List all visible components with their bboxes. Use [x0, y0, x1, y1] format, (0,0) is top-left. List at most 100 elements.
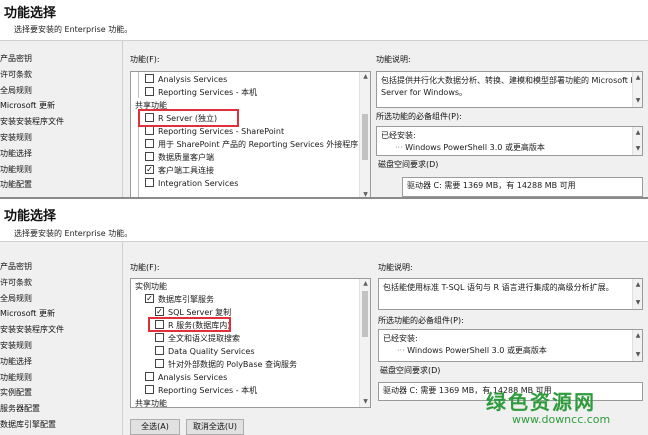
nav-step[interactable]: 全局规则: [0, 83, 120, 99]
deselect-all-button[interactable]: 取消全选(U): [186, 419, 244, 435]
feature-item[interactable]: 用于 SharePoint 产品的 Reporting Services 外接程…: [131, 138, 358, 151]
nav-step[interactable]: 安装规则: [0, 338, 120, 354]
nav-step[interactable]: 功能选择: [0, 146, 120, 162]
nav-step[interactable]: Microsoft 更新: [0, 98, 120, 114]
watermark-url: www.downcc.com: [512, 413, 611, 426]
nav-step[interactable]: 安装安装程序文件: [0, 114, 120, 130]
nav-step[interactable]: 许可条款: [0, 67, 120, 83]
checkbox-checked[interactable]: ✓: [145, 294, 154, 303]
prerequisites-scrollbar[interactable]: ▲ ▼: [632, 330, 642, 361]
checkbox-checked[interactable]: ✓: [145, 165, 154, 174]
disk-space-label: 磁盘空间要求(D): [378, 160, 439, 169]
features-label: 功能(F):: [130, 263, 160, 272]
select-all-button[interactable]: 全选(A): [130, 419, 180, 435]
top-body: 产品密钥 许可条款 全局规则 Microsoft 更新 安装安装程序文件 安装规则 功能选择…: [0, 40, 648, 197]
feature-group: 实例功能: [131, 280, 358, 293]
checkbox-unchecked[interactable]: [145, 178, 154, 187]
feature-item[interactable]: Analysis Services: [131, 73, 358, 86]
description-label: 功能说明:: [378, 263, 413, 272]
top-header: 功能选择 选择要安装的 Enterprise 功能。: [0, 0, 648, 40]
checkbox-unchecked[interactable]: [155, 359, 164, 368]
scroll-up-icon[interactable]: ▲: [360, 279, 370, 289]
scroll-up-icon[interactable]: ▲: [360, 72, 370, 82]
feature-description-box: 包括能使用标准 T-SQL 语句与 R 语言进行集成的高级分析扩展。 ▲ ▼: [378, 278, 643, 310]
checkbox-unchecked[interactable]: [145, 385, 154, 394]
nav-step[interactable]: 实例配置: [0, 385, 120, 401]
checkbox-unchecked[interactable]: [145, 139, 154, 148]
bottom-dialog-panel: 功能选择 选择要安装的 Enterprise 功能。 产品密钥 许可条款 全局规则 M…: [0, 197, 648, 435]
nav-step[interactable]: 功能规则: [0, 162, 120, 178]
prerequisite-item: ··· Windows PowerShell 3.0 或更高版本: [397, 346, 547, 355]
prerequisites-scrollbar[interactable]: ▲ ▼: [632, 127, 642, 155]
feature-item[interactable]: Reporting Services - 本机: [131, 384, 358, 397]
nav-step[interactable]: 安装安装程序文件: [0, 322, 120, 338]
checkbox-unchecked[interactable]: [145, 87, 154, 96]
disk-space-box: 驱动器 C: 需要 1369 MB，有 14288 MB 可用: [402, 177, 643, 197]
feature-label: 数据库引擎服务: [158, 295, 214, 304]
prerequisites-label: 所选功能的必备组件(P):: [376, 112, 462, 121]
page-subtitle: 选择要安装的 Enterprise 功能。: [14, 229, 133, 238]
feature-description-box: 包括提供并行化大数据分析、转换、建模和模型部署功能的 Microsoft R S…: [376, 71, 643, 108]
page-subtitle: 选择要安装的 Enterprise 功能。: [14, 25, 133, 34]
feature-tree-scrollbar[interactable]: ▲ ▼: [359, 279, 370, 407]
checkbox-unchecked[interactable]: [145, 152, 154, 161]
installed-heading: 已经安装:: [383, 334, 418, 343]
nav-step[interactable]: 许可条款: [0, 275, 120, 291]
feature-tree[interactable]: ▲ ▼ Analysis Services Reporting Services …: [130, 71, 371, 197]
scroll-up-icon[interactable]: ▲: [633, 330, 642, 342]
description-scrollbar[interactable]: ▲ ▼: [632, 279, 642, 309]
scroll-up-icon[interactable]: ▲: [633, 279, 642, 291]
nav-step[interactable]: 产品密钥: [0, 51, 120, 67]
feature-tree[interactable]: ▲ ▼ 实例功能 ✓ 数据库引擎服务 ✓ SQL Server 复制 R 服务(数据库内)…: [130, 278, 371, 408]
feature-label: Analysis Services: [158, 373, 228, 382]
scroll-down-icon[interactable]: ▼: [633, 95, 642, 107]
feature-label: Reporting Services - 本机: [158, 386, 258, 395]
nav-step[interactable]: 产品密钥: [0, 259, 120, 275]
bottom-body: 产品密钥 许可条款 全局规则 Microsoft 更新 安装安装程序文件 安装规则 功能选择…: [0, 241, 648, 435]
scroll-thumb[interactable]: [362, 114, 368, 160]
feature-item[interactable]: Integration Services: [131, 177, 358, 190]
feature-item[interactable]: Reporting Services - 本机: [131, 86, 358, 99]
nav-step[interactable]: 功能规则: [0, 370, 120, 386]
feature-item[interactable]: 数据质量客户端: [131, 151, 358, 164]
scroll-thumb[interactable]: [362, 291, 368, 337]
description-scrollbar[interactable]: ▲ ▼: [632, 72, 642, 107]
feature-item[interactable]: ✓ 客户端工具连接: [131, 164, 358, 177]
scroll-down-icon[interactable]: ▼: [633, 143, 642, 155]
checkbox-checked[interactable]: ✓: [155, 307, 164, 316]
nav-divider: [122, 242, 123, 435]
nav-step[interactable]: Microsoft 更新: [0, 306, 120, 322]
top-dialog-panel: 功能选择 选择要安装的 Enterprise 功能。 产品密钥 许可条款 全局规则 M…: [0, 0, 648, 197]
scroll-down-icon[interactable]: ▼: [360, 190, 370, 197]
feature-item[interactable]: 全文和语义提取搜索: [131, 332, 358, 345]
scroll-down-icon[interactable]: ▼: [633, 349, 642, 361]
checkbox-unchecked[interactable]: [145, 372, 154, 381]
features-label: 功能(F):: [130, 55, 160, 64]
checkbox-unchecked[interactable]: [145, 126, 154, 135]
nav-step[interactable]: 数据库引擎配置: [0, 417, 120, 433]
nav-step[interactable]: 全局规则: [0, 291, 120, 307]
feature-tree-scrollbar[interactable]: ▲ ▼: [359, 72, 370, 197]
feature-label: 数据质量客户端: [158, 153, 214, 162]
checkbox-unchecked[interactable]: [145, 74, 154, 83]
checkbox-unchecked[interactable]: [155, 346, 164, 355]
nav-step[interactable]: 功能配置: [0, 177, 120, 193]
feature-label: Integration Services: [158, 179, 239, 188]
highlight-box: [148, 317, 231, 332]
feature-label: 针对外部数据的 PolyBase 查询服务: [168, 360, 297, 369]
nav-step[interactable]: 服务器配置: [0, 401, 120, 417]
scroll-down-icon[interactable]: ▼: [633, 297, 642, 309]
feature-item[interactable]: 针对外部数据的 PolyBase 查询服务: [131, 358, 358, 371]
watermark-text: 绿色资源网: [486, 390, 596, 414]
checkbox-unchecked[interactable]: [155, 333, 164, 342]
feature-label: 共享功能: [135, 399, 167, 408]
scroll-down-icon[interactable]: ▼: [360, 397, 370, 407]
feature-item[interactable]: Analysis Services: [131, 371, 358, 384]
feature-item[interactable]: ✓ 数据库引擎服务: [131, 293, 358, 306]
scroll-up-icon[interactable]: ▲: [633, 127, 642, 139]
feature-item[interactable]: Data Quality Services: [131, 345, 358, 358]
nav-step[interactable]: 安装规则: [0, 130, 120, 146]
feature-description-text: 包括能使用标准 T-SQL 语句与 R 语言进行集成的高级分析扩展。: [383, 283, 614, 292]
nav-step[interactable]: 功能选择: [0, 354, 120, 370]
scroll-up-icon[interactable]: ▲: [633, 72, 642, 84]
